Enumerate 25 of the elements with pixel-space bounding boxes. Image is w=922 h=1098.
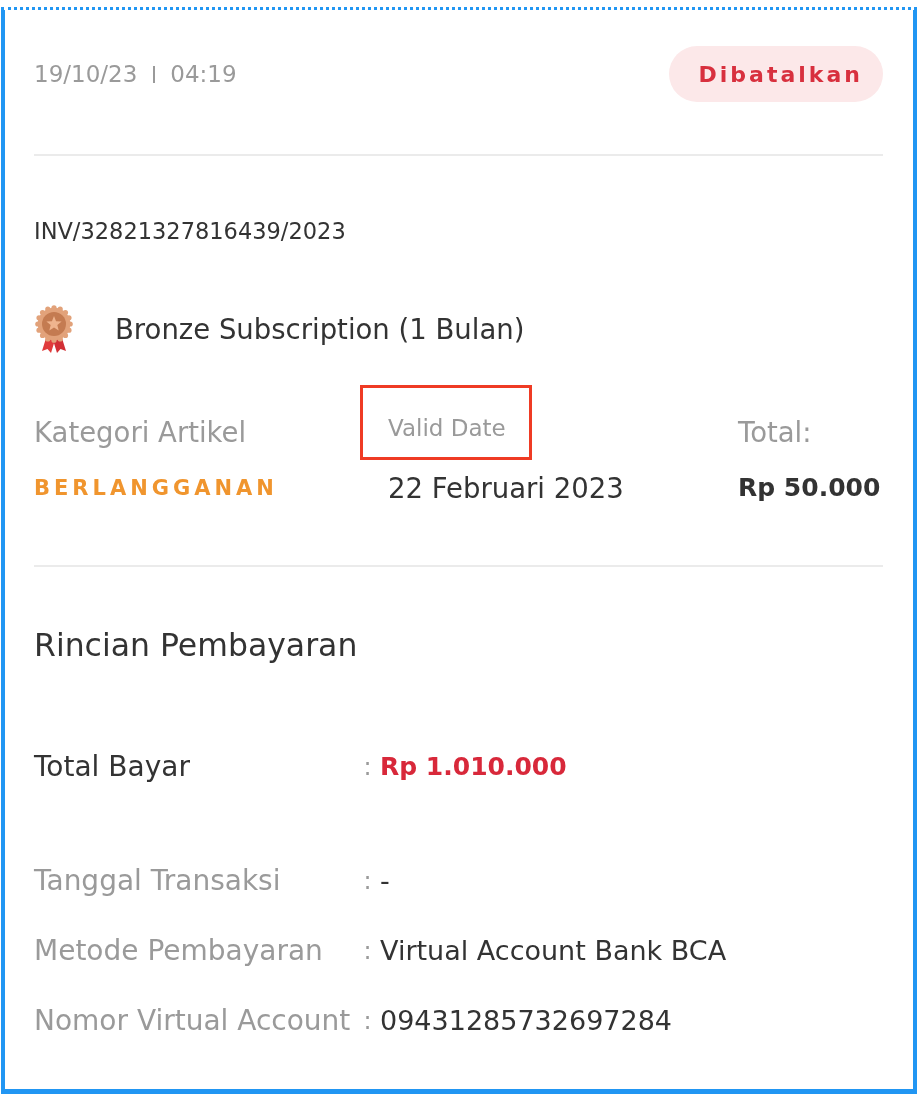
medal-icon: [34, 305, 74, 353]
section-title: Rincian Pembayaran: [34, 626, 358, 665]
status-badge: Dibatalkan: [668, 46, 883, 102]
detail-value: 09431285732697284: [380, 1004, 673, 1038]
colon-separator: :: [363, 936, 372, 967]
detail-label: Nomor Virtual Account: [34, 1003, 351, 1039]
detail-label: Metode Pembayaran: [34, 933, 323, 969]
date-text: 19/10/23: [34, 60, 138, 89]
detail-value: Rp 1.010.000: [380, 751, 567, 783]
summary-value: BERLANGGANAN: [34, 475, 278, 502]
colon-separator: :: [363, 1006, 372, 1037]
detail-label: Total Bayar: [34, 749, 190, 785]
time-text: 04:19: [170, 60, 237, 89]
detail-value: Virtual Account Bank BCA: [380, 934, 727, 968]
detail-value: -: [380, 864, 390, 898]
product-name: Bronze Subscription (1 Bulan): [115, 312, 525, 347]
summary-value: Rp 50.000: [738, 472, 881, 504]
invoice-number: INV/32821327816439/2023: [34, 217, 346, 245]
colon-separator: :: [363, 866, 372, 897]
summary-value: 22 Februari 2023: [388, 471, 624, 505]
detail-label: Tanggal Transaksi: [34, 863, 281, 899]
summary-label: Total:: [738, 415, 812, 449]
colon-separator: :: [363, 752, 372, 783]
summary-label: Valid Date: [388, 414, 506, 443]
summary-label: Kategori Artikel: [34, 415, 247, 449]
